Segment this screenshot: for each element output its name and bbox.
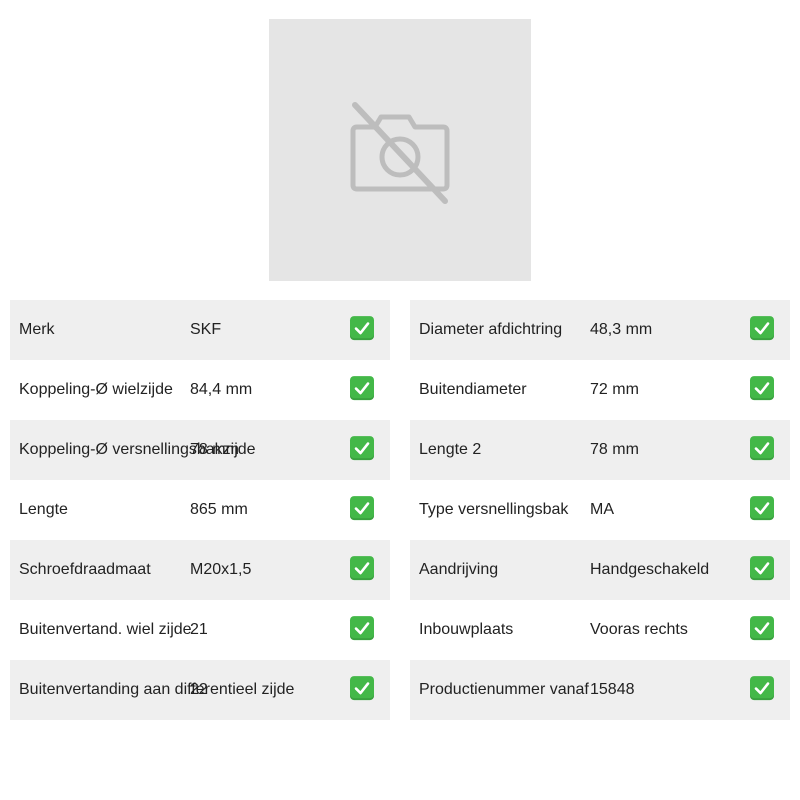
spec-row: Koppeling-Ø wielzijde 84,4 mm — [10, 360, 390, 420]
spec-row: Koppeling-Ø versnellingsbakzijde 78 mm — [10, 420, 390, 480]
spec-label: Schroefdraadmaat — [19, 561, 151, 578]
spec-row: Productienummer vanaf 15848 — [410, 660, 790, 720]
spec-row: Buitenvertanding aan differentieel zijde… — [10, 660, 390, 720]
product-image-placeholder — [269, 19, 531, 281]
check-icon — [350, 316, 374, 341]
spec-row: Diameter afdichtring 48,3 mm — [410, 300, 790, 360]
spec-label: Type versnellingsbak — [419, 501, 569, 518]
check-icon — [750, 436, 774, 461]
spec-value: 48,3 mm — [590, 321, 653, 338]
check-icon — [750, 496, 774, 521]
no-photo-icon — [350, 102, 450, 204]
spec-label: Lengte 2 — [419, 441, 482, 458]
check-icon — [350, 556, 374, 581]
spec-value: 15848 — [590, 681, 635, 698]
check-icon — [750, 676, 774, 701]
spec-label: Koppeling-Ø wielzijde — [19, 381, 173, 398]
spec-table-left: Merk SKF Koppeling-Ø wielzijde 84,4 mm K… — [10, 300, 390, 720]
check-icon — [350, 376, 374, 401]
spec-row: Aandrijving Handgeschakeld — [410, 540, 790, 600]
check-icon — [750, 556, 774, 581]
spec-row: Inbouwplaats Vooras rechts — [410, 600, 790, 660]
spec-row: Buitenvertand. wiel zijde 21 — [10, 600, 390, 660]
spec-value: Vooras rechts — [590, 621, 688, 638]
spec-row: Merk SKF — [10, 300, 390, 360]
spec-value: MA — [590, 501, 614, 518]
spec-row: Schroefdraadmaat M20x1,5 — [10, 540, 390, 600]
spec-row: Lengte 2 78 mm — [410, 420, 790, 480]
spec-label: Productienummer vanaf — [419, 681, 589, 698]
spec-value: 865 mm — [190, 501, 248, 518]
check-icon — [350, 676, 374, 701]
check-icon — [750, 616, 774, 641]
spec-value: 21 — [190, 621, 208, 638]
spec-value: 22 — [190, 681, 208, 698]
spec-label: Diameter afdichtring — [419, 321, 563, 338]
spec-label: Merk — [19, 321, 55, 338]
check-icon — [350, 496, 374, 521]
spec-value: 72 mm — [590, 381, 639, 398]
spec-value: Handgeschakeld — [590, 561, 710, 578]
spec-value: 84,4 mm — [190, 381, 253, 398]
spec-value: 78 mm — [190, 441, 239, 458]
spec-label: Buitenvertand. wiel zijde — [19, 621, 192, 638]
spec-row: Buitendiameter 72 mm — [410, 360, 790, 420]
spec-row: Lengte 865 mm — [10, 480, 390, 540]
spec-label: Aandrijving — [419, 561, 499, 578]
spec-value: M20x1,5 — [190, 561, 252, 578]
spec-row: Type versnellingsbak MA — [410, 480, 790, 540]
check-icon — [750, 376, 774, 401]
check-icon — [350, 436, 374, 461]
spec-label: Inbouwplaats — [419, 621, 514, 638]
spec-label: Buitendiameter — [419, 381, 527, 398]
spec-table-right: Diameter afdichtring 48,3 mm Buitendiame… — [410, 300, 790, 720]
check-icon — [350, 616, 374, 641]
spec-value: SKF — [190, 321, 222, 338]
check-icon — [750, 316, 774, 341]
spec-value: 78 mm — [590, 441, 639, 458]
spec-label: Lengte — [19, 501, 68, 518]
spec-label: Buitenvertanding aan differentieel zijde — [19, 681, 295, 698]
